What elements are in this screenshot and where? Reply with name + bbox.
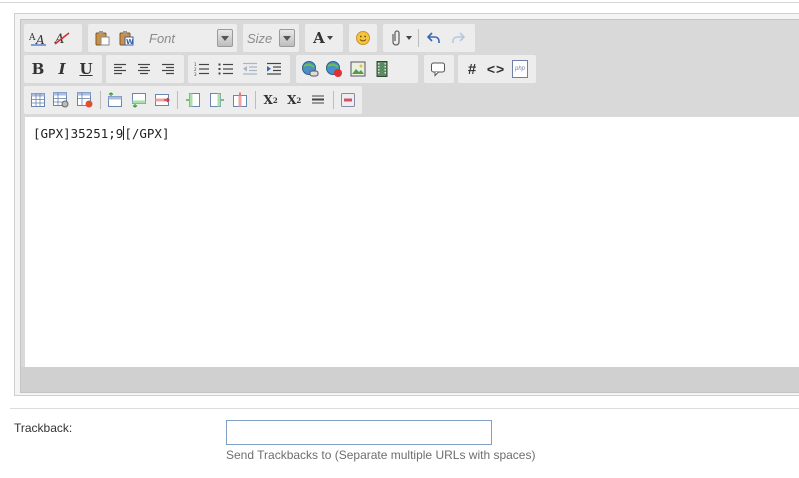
ordered-list-icon[interactable]: 123 bbox=[191, 58, 213, 80]
text-color-icon[interactable]: A bbox=[308, 27, 338, 49]
editor-content: [GPX]35251;9[/GPX] bbox=[33, 126, 169, 141]
hash-icon[interactable]: # bbox=[461, 58, 483, 80]
toolbar-separator bbox=[177, 91, 179, 109]
font-select-group: Font bbox=[145, 24, 237, 52]
subscript-icon[interactable]: X2 bbox=[260, 89, 282, 111]
toolbar-group-insert bbox=[296, 55, 418, 83]
insert-row-before-icon[interactable] bbox=[105, 89, 127, 111]
smiley-icon[interactable] bbox=[352, 27, 374, 49]
table-icon[interactable] bbox=[27, 89, 49, 111]
insert-row-after-icon[interactable] bbox=[128, 89, 150, 111]
underline-icon[interactable]: U bbox=[75, 58, 97, 80]
align-left-icon[interactable] bbox=[109, 58, 131, 80]
size-select[interactable]: Size bbox=[243, 27, 297, 49]
font-size-icon[interactable]: AA bbox=[27, 27, 49, 49]
php-icon[interactable]: php bbox=[509, 58, 531, 80]
svg-text:3: 3 bbox=[194, 72, 197, 76]
remove-format-icon[interactable]: A bbox=[51, 27, 73, 49]
link-icon[interactable] bbox=[299, 58, 321, 80]
toolbar-group-align bbox=[106, 55, 184, 83]
form-divider bbox=[10, 408, 799, 409]
text-color-group: A bbox=[305, 24, 343, 52]
insert-col-after-icon[interactable] bbox=[206, 89, 228, 111]
text-color-glyph: A bbox=[313, 29, 325, 47]
table-properties-icon[interactable] bbox=[51, 89, 73, 111]
chevron-down-icon bbox=[217, 29, 233, 47]
font-select-label: Font bbox=[149, 30, 176, 46]
indent-icon[interactable] bbox=[263, 58, 285, 80]
horizontal-rule-icon[interactable] bbox=[307, 89, 329, 111]
toolbar-separator bbox=[418, 29, 419, 47]
superscript-icon[interactable]: X2 bbox=[283, 89, 305, 111]
attachment-history-group bbox=[383, 24, 475, 52]
unordered-list-icon[interactable] bbox=[215, 58, 237, 80]
toolbar-group-style: B I U bbox=[24, 55, 102, 83]
insert-col-before-icon[interactable] bbox=[182, 89, 204, 111]
editor-status-bar bbox=[21, 367, 799, 392]
svg-text:W: W bbox=[126, 38, 134, 46]
svg-text:A: A bbox=[35, 33, 45, 46]
font-select[interactable]: Font bbox=[145, 27, 235, 49]
video-icon[interactable] bbox=[371, 58, 393, 80]
toolbar-group-code: # <> php bbox=[458, 55, 536, 83]
undo-icon[interactable] bbox=[423, 27, 445, 49]
toolbar-group-lists: 123 bbox=[188, 55, 290, 83]
image-icon[interactable] bbox=[347, 58, 369, 80]
toolbar-separator bbox=[332, 91, 334, 109]
paste-word-icon[interactable]: W bbox=[115, 27, 137, 49]
trackback-input[interactable] bbox=[226, 420, 492, 445]
trackback-label: Trackback: bbox=[14, 421, 73, 435]
attachment-icon[interactable] bbox=[386, 27, 414, 49]
trackback-help-text: Send Trackbacks to (Separate multiple UR… bbox=[226, 448, 536, 462]
remove-icon[interactable] bbox=[338, 89, 360, 111]
content-after-caret: [/GPX] bbox=[124, 126, 170, 141]
align-right-icon[interactable] bbox=[157, 58, 179, 80]
top-divider bbox=[0, 0, 799, 3]
align-center-icon[interactable] bbox=[133, 58, 155, 80]
toolbar-separator bbox=[99, 91, 101, 109]
subscript-sub: 2 bbox=[272, 95, 278, 105]
content-before-caret: [GPX]35251;9 bbox=[33, 126, 124, 141]
quote-icon[interactable] bbox=[427, 58, 449, 80]
editor-content-area[interactable]: [GPX]35251;9[/GPX] bbox=[25, 117, 799, 367]
smiley-group bbox=[349, 24, 377, 52]
size-select-group: Size bbox=[243, 24, 299, 52]
unlink-icon[interactable] bbox=[323, 58, 345, 80]
delete-table-icon[interactable] bbox=[74, 89, 96, 111]
svg-text:A: A bbox=[29, 33, 36, 43]
outdent-icon[interactable] bbox=[239, 58, 261, 80]
subscript-glyph: X bbox=[263, 93, 273, 107]
code-icon[interactable]: <> bbox=[485, 58, 507, 80]
size-select-label: Size bbox=[247, 30, 273, 46]
superscript-glyph: X bbox=[287, 93, 297, 107]
delete-col-icon[interactable] bbox=[229, 89, 251, 111]
quote-group bbox=[424, 55, 454, 83]
redo-icon[interactable] bbox=[447, 27, 469, 49]
italic-icon[interactable]: I bbox=[51, 58, 73, 80]
bold-icon[interactable]: B bbox=[27, 58, 49, 80]
toolbar-group-format: AA A bbox=[24, 24, 82, 52]
superscript-sup: 2 bbox=[296, 95, 302, 105]
toolbar-separator bbox=[254, 91, 256, 109]
toolbar-group-table: X2 X2 bbox=[24, 86, 362, 114]
paste-icon[interactable] bbox=[91, 27, 113, 49]
chevron-down-icon bbox=[279, 29, 295, 47]
delete-row-icon[interactable] bbox=[152, 89, 174, 111]
php-glyph: php bbox=[514, 66, 525, 72]
